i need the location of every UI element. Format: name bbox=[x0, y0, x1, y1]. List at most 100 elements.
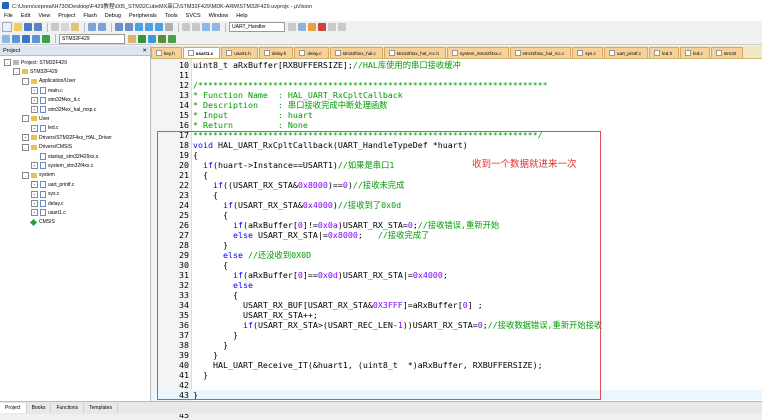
tree-item[interactable]: + sys.c bbox=[31, 190, 59, 199]
expand-icon[interactable]: + bbox=[31, 96, 38, 104]
window-layout-icon[interactable] bbox=[328, 23, 336, 31]
new-file-icon[interactable] bbox=[2, 22, 12, 32]
editor-tab[interactable]: delay.h bbox=[258, 47, 294, 58]
menu-debug[interactable]: Debug bbox=[101, 13, 125, 19]
tree-item[interactable]: + led.c bbox=[31, 124, 59, 133]
editor-tab[interactable]: sys.c bbox=[572, 47, 603, 58]
target-select[interactable]: STM32F429 bbox=[59, 33, 125, 44]
pack-installer-icon[interactable] bbox=[148, 34, 156, 43]
tree-item[interactable]: + stm32f4xx_hal_msp.c bbox=[31, 105, 96, 114]
tree-item[interactable]: - Drivers/CMSIS bbox=[22, 143, 72, 152]
run-time-environment-icon[interactable] bbox=[168, 34, 176, 43]
prev-bookmark-icon[interactable] bbox=[145, 23, 153, 31]
editor-tab[interactable]: uart_printf.c bbox=[603, 47, 649, 58]
menu-flash[interactable]: Flash bbox=[79, 13, 100, 19]
expand-icon[interactable]: + bbox=[31, 209, 38, 217]
editor-tab[interactable]: stm32f4xx_hal_rcc.h bbox=[383, 47, 446, 58]
editor-tab[interactable]: usart1.c bbox=[182, 47, 221, 58]
menu-file[interactable]: File bbox=[0, 13, 17, 19]
code-editor[interactable]: 10 uint8_t aRxBuffer[RXBUFFERSIZE];//HAL库… bbox=[151, 59, 762, 420]
expand-icon[interactable]: + bbox=[22, 134, 29, 142]
menu-help[interactable]: Help bbox=[232, 13, 251, 19]
editor-tab[interactable]: usart1.h bbox=[221, 47, 258, 58]
manage-components-icon[interactable] bbox=[138, 34, 146, 43]
collapse-icon[interactable]: - bbox=[4, 59, 11, 66]
bottom-tab-templates[interactable]: Templates bbox=[84, 403, 118, 413]
menu-svcs[interactable]: SVCS bbox=[182, 13, 205, 19]
breakpoint-icon[interactable] bbox=[318, 23, 326, 31]
batch-build-icon[interactable] bbox=[32, 34, 40, 43]
bottom-tab-functions[interactable]: Functions bbox=[51, 403, 85, 413]
tree-item[interactable]: + main.c bbox=[31, 86, 63, 95]
tree-item[interactable]: startup_stm32f429xx.s bbox=[31, 152, 98, 161]
panel-close-icon[interactable]: ✕ bbox=[142, 48, 147, 54]
bottom-tab-project[interactable]: Project bbox=[0, 403, 27, 413]
uncomment-icon[interactable] bbox=[212, 23, 220, 31]
tree-item[interactable]: CMSIS bbox=[22, 218, 55, 227]
menu-project[interactable]: Project bbox=[54, 13, 79, 19]
collapse-icon[interactable]: - bbox=[22, 171, 29, 179]
tree-item[interactable]: + uart_printf.c bbox=[31, 180, 74, 189]
debug-session-icon[interactable] bbox=[308, 23, 316, 31]
tree-item[interactable]: - Project: STM32F429 bbox=[4, 58, 67, 67]
save-all-icon[interactable] bbox=[34, 23, 42, 31]
clear-bookmarks-icon[interactable] bbox=[165, 23, 173, 31]
comment-icon[interactable] bbox=[202, 23, 210, 31]
tree-item[interactable]: + usart1.c bbox=[31, 208, 66, 217]
paste-icon[interactable] bbox=[71, 23, 79, 31]
expand-icon[interactable]: + bbox=[31, 162, 38, 170]
rebuild-icon[interactable] bbox=[22, 34, 30, 43]
tree-item[interactable]: + system_stm32f4xx.c bbox=[31, 161, 93, 170]
editor-tab[interactable]: led.c bbox=[680, 47, 710, 58]
configure-icon[interactable] bbox=[338, 23, 346, 31]
menu-view[interactable]: View bbox=[34, 13, 54, 19]
download-icon[interactable] bbox=[42, 34, 50, 43]
cut-icon[interactable] bbox=[51, 23, 59, 31]
tree-item[interactable]: - system bbox=[22, 171, 55, 180]
bottom-tab-books[interactable]: Books bbox=[27, 403, 52, 413]
collapse-icon[interactable]: - bbox=[22, 143, 29, 151]
tree-item[interactable]: + delay.c bbox=[31, 199, 63, 208]
menu-edit[interactable]: Edit bbox=[17, 13, 34, 19]
find-function-combo[interactable]: UART_Handler bbox=[229, 22, 285, 32]
editor-tab[interactable]: key.h bbox=[151, 47, 182, 58]
menu-window[interactable]: Window bbox=[205, 13, 233, 19]
editor-tab[interactable]: delay.c bbox=[294, 47, 329, 58]
tree-item[interactable]: - STM32F429 bbox=[13, 67, 58, 76]
expand-icon[interactable]: + bbox=[31, 106, 38, 113]
tree-item[interactable]: - User bbox=[22, 114, 50, 123]
navigate-forward-icon[interactable] bbox=[125, 23, 133, 31]
next-bookmark-icon[interactable] bbox=[155, 23, 163, 31]
tree-item[interactable]: - Application/User bbox=[22, 77, 75, 86]
indent-icon[interactable] bbox=[182, 23, 190, 31]
find-in-files-icon[interactable] bbox=[288, 23, 296, 31]
copy-icon[interactable] bbox=[61, 23, 69, 31]
tree-item[interactable]: + stm32f4xx_it.c bbox=[31, 96, 80, 105]
editor-tab[interactable]: led.h bbox=[649, 47, 680, 58]
collapse-icon[interactable]: - bbox=[13, 68, 20, 76]
expand-icon[interactable]: + bbox=[31, 181, 38, 189]
collapse-icon[interactable]: - bbox=[22, 77, 29, 85]
editor-tab[interactable]: stm32f4xx_hal.c bbox=[329, 47, 383, 58]
redo-icon[interactable] bbox=[98, 23, 106, 31]
bookmark-icon[interactable] bbox=[135, 23, 143, 31]
open-folder-icon[interactable] bbox=[14, 23, 22, 31]
file-extensions-icon[interactable] bbox=[158, 34, 166, 43]
menu-peripherals[interactable]: Peripherals bbox=[125, 13, 161, 19]
editor-tab[interactable]: system_stm32f4xx.c bbox=[446, 47, 509, 58]
undo-icon[interactable] bbox=[88, 23, 96, 31]
collapse-icon[interactable]: - bbox=[22, 115, 29, 123]
find-icon[interactable] bbox=[298, 23, 306, 31]
build-icon[interactable] bbox=[12, 34, 20, 43]
navigate-back-icon[interactable] bbox=[115, 23, 123, 31]
expand-icon[interactable]: + bbox=[31, 200, 38, 207]
expand-icon[interactable]: + bbox=[31, 124, 38, 132]
unindent-icon[interactable] bbox=[192, 23, 200, 31]
editor-tab[interactable]: stm32 bbox=[710, 47, 744, 58]
translate-icon[interactable] bbox=[2, 34, 10, 43]
expand-icon[interactable]: + bbox=[31, 87, 38, 95]
tree-item[interactable]: + Drivers/STM32F4xx_HAL_Driver bbox=[22, 133, 112, 142]
expand-icon[interactable]: + bbox=[31, 190, 38, 198]
menu-tools[interactable]: Tools bbox=[161, 13, 182, 19]
save-icon[interactable] bbox=[24, 23, 32, 31]
